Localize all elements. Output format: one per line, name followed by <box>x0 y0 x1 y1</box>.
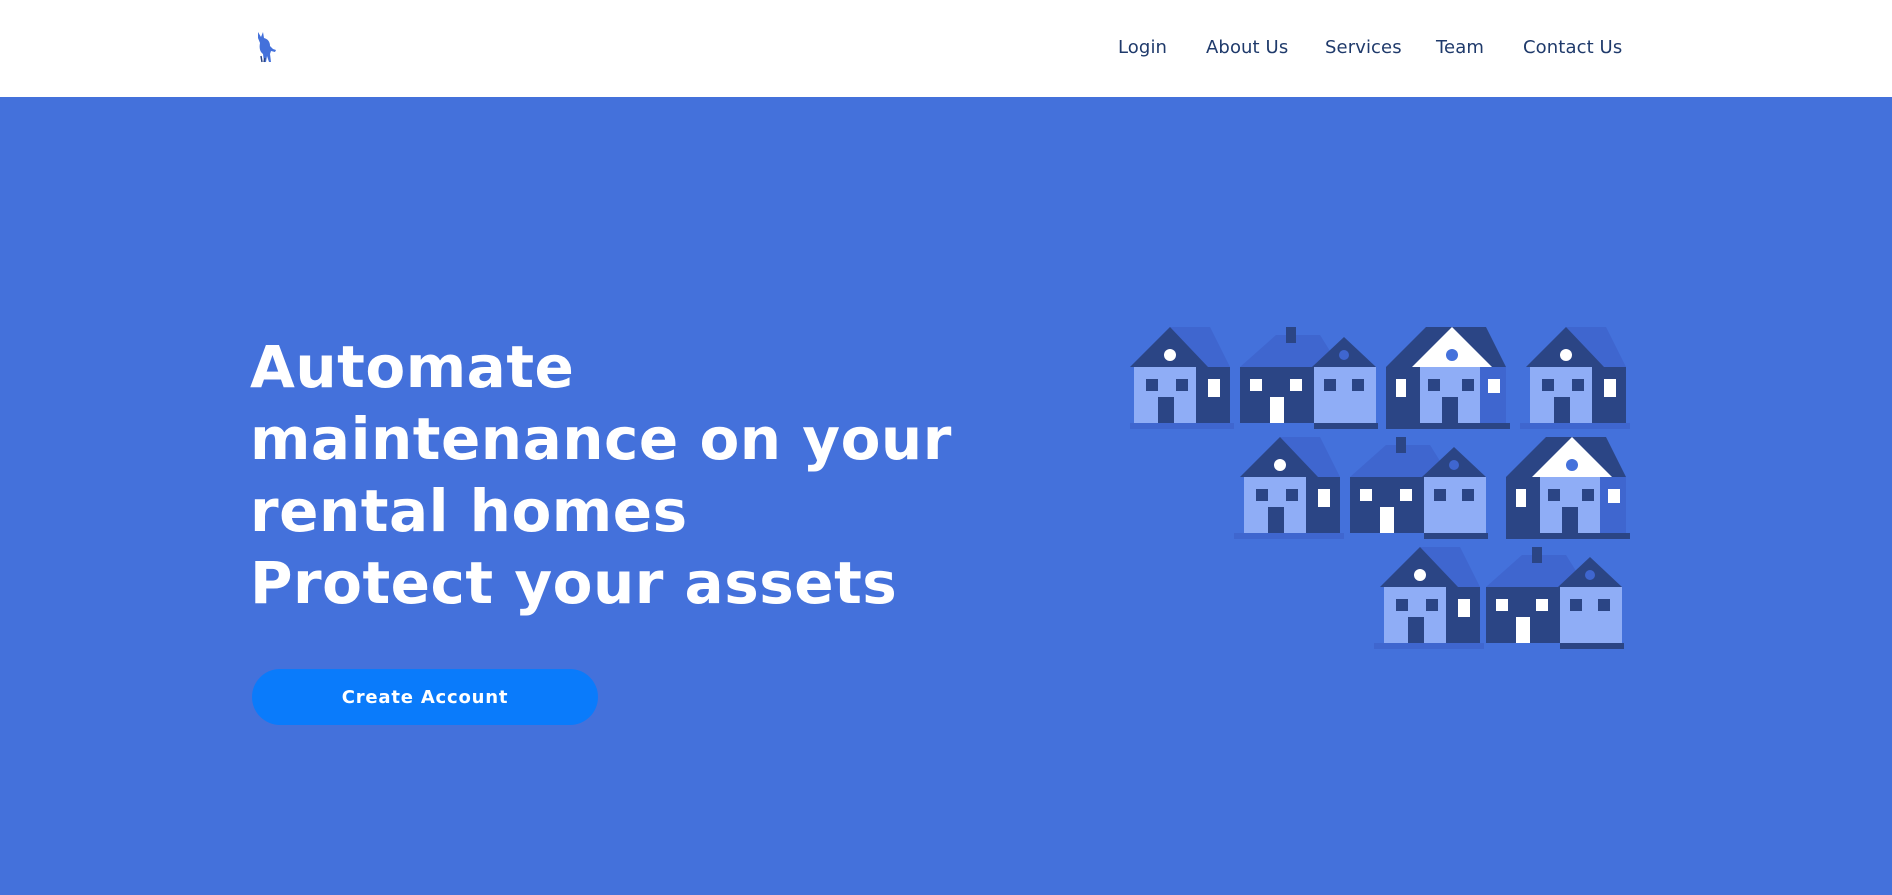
hero-headline: Automate maintenance on your rental home… <box>250 331 952 619</box>
nav-team-link[interactable]: Team <box>1436 37 1484 58</box>
house-icon <box>1486 547 1624 649</box>
neighborhood-houses-illustration <box>1130 327 1630 649</box>
nav-login-link[interactable]: Login <box>1118 37 1167 58</box>
house-icon <box>1506 437 1630 539</box>
create-account-button[interactable]: Create Account <box>252 669 598 725</box>
top-navigation: Login About Us Services Team Contact Us <box>0 0 1892 97</box>
nav-menu: Login About Us Services Team Contact Us <box>0 0 1892 97</box>
house-icon <box>1130 327 1234 429</box>
headline-line-2: maintenance on your <box>250 405 952 473</box>
nav-services-link[interactable]: Services <box>1325 37 1402 58</box>
nav-about-us-link[interactable]: About Us <box>1206 37 1288 58</box>
headline-line-4: Protect your assets <box>250 549 898 617</box>
house-icon <box>1240 327 1378 429</box>
headline-line-3: rental homes <box>250 477 688 545</box>
house-icon <box>1374 547 1484 649</box>
headline-line-1: Automate <box>250 333 575 401</box>
house-icon <box>1350 437 1488 539</box>
hero-section: Automate maintenance on your rental home… <box>0 97 1892 895</box>
nav-contact-us-link[interactable]: Contact Us <box>1523 37 1622 58</box>
house-icon <box>1234 437 1344 539</box>
landing-page: Login About Us Services Team Contact Us … <box>0 0 1892 895</box>
house-icon <box>1520 327 1630 429</box>
house-icon <box>1386 327 1510 429</box>
